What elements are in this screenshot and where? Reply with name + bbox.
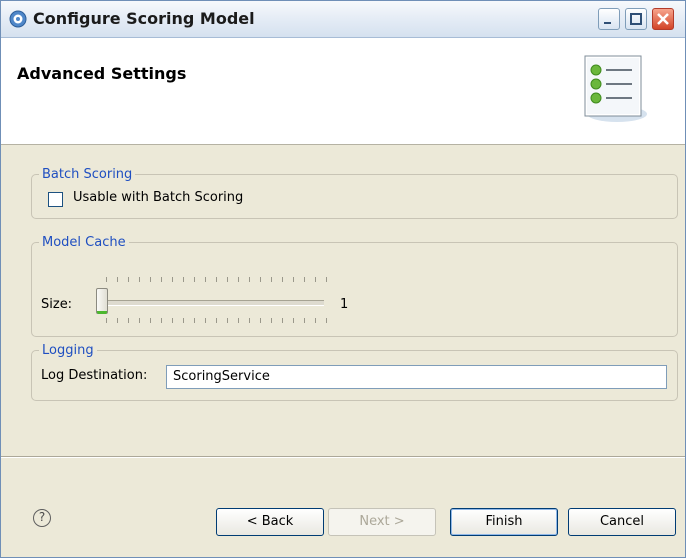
wizard-header: Advanced Settings bbox=[1, 38, 685, 145]
slider-tick bbox=[194, 318, 195, 323]
log-destination-input[interactable]: ScoringService bbox=[166, 365, 667, 389]
slider-tick bbox=[315, 318, 316, 323]
close-icon bbox=[657, 13, 669, 25]
slider-tick bbox=[293, 277, 294, 282]
slider-tick bbox=[249, 277, 250, 282]
slider-tick bbox=[260, 318, 261, 323]
slider-tick bbox=[205, 277, 206, 282]
slider-tick bbox=[304, 277, 305, 282]
slider-tick bbox=[282, 277, 283, 282]
slider-tick bbox=[139, 318, 140, 323]
slider-tick bbox=[315, 277, 316, 282]
batch-scoring-checkbox[interactable] bbox=[48, 192, 63, 207]
batch-scoring-legend: Batch Scoring bbox=[42, 167, 133, 182]
slider-tick bbox=[326, 277, 327, 282]
slider-tick bbox=[326, 318, 327, 323]
wizard-content: Batch Scoring Usable with Batch Scoring … bbox=[1, 145, 685, 455]
slider-tick bbox=[216, 277, 217, 282]
slider-tick bbox=[128, 277, 129, 282]
batch-scoring-group: Batch Scoring Usable with Batch Scoring bbox=[31, 167, 678, 219]
slider-tick bbox=[172, 318, 173, 323]
back-button[interactable]: < Back bbox=[216, 508, 324, 536]
slider-tick bbox=[260, 277, 261, 282]
slider-tick bbox=[194, 277, 195, 282]
slider-tick bbox=[183, 318, 184, 323]
slider-tick bbox=[304, 318, 305, 323]
slider-tick bbox=[117, 277, 118, 282]
app-icon bbox=[9, 10, 27, 28]
window-title: Configure Scoring Model bbox=[33, 9, 255, 28]
size-label: Size: bbox=[41, 297, 73, 312]
cancel-button[interactable]: Cancel bbox=[568, 508, 676, 536]
slider-tick bbox=[172, 277, 173, 282]
slider-tick bbox=[139, 277, 140, 282]
slider-tick bbox=[271, 277, 272, 282]
slider-tick bbox=[106, 318, 107, 323]
help-icon[interactable]: ? bbox=[33, 509, 51, 527]
slider-tick bbox=[150, 277, 151, 282]
minimize-icon bbox=[604, 22, 611, 24]
slider-tick bbox=[238, 318, 239, 323]
model-cache-group: Model Cache Size: 1 bbox=[31, 235, 678, 337]
list-settings-icon bbox=[584, 55, 647, 122]
slider-tick bbox=[293, 318, 294, 323]
slider-tick bbox=[227, 277, 228, 282]
slider-tick bbox=[205, 318, 206, 323]
slider-tick bbox=[249, 318, 250, 323]
maximize-button[interactable] bbox=[625, 8, 647, 30]
model-cache-legend: Model Cache bbox=[42, 235, 126, 250]
next-button[interactable]: Next > bbox=[328, 508, 436, 536]
finish-button[interactable]: Finish bbox=[450, 508, 558, 536]
maximize-icon bbox=[630, 13, 642, 25]
size-slider-thumb[interactable] bbox=[96, 288, 108, 314]
title-bar[interactable]: Configure Scoring Model bbox=[1, 1, 685, 38]
configure-scoring-model-dialog: Configure Scoring Model Advanced Setting… bbox=[0, 0, 686, 558]
slider-ticks-bottom bbox=[106, 318, 327, 323]
footer-separator bbox=[1, 456, 685, 458]
batch-scoring-checkbox-label[interactable]: Usable with Batch Scoring bbox=[73, 190, 243, 205]
log-destination-label: Log Destination: bbox=[41, 368, 148, 383]
slider-tick bbox=[161, 318, 162, 323]
slider-tick bbox=[150, 318, 151, 323]
slider-tick bbox=[161, 277, 162, 282]
page-title: Advanced Settings bbox=[17, 64, 187, 83]
slider-tick bbox=[117, 318, 118, 323]
logging-group: Logging Log Destination: ScoringService bbox=[31, 343, 678, 401]
slider-tick bbox=[227, 318, 228, 323]
size-value: 1 bbox=[340, 297, 349, 312]
slider-tick bbox=[282, 318, 283, 323]
close-button[interactable] bbox=[652, 8, 674, 30]
size-slider-track[interactable] bbox=[104, 300, 324, 306]
logging-legend: Logging bbox=[42, 343, 94, 358]
minimize-button[interactable] bbox=[598, 8, 620, 30]
slider-tick bbox=[128, 318, 129, 323]
slider-tick bbox=[106, 277, 107, 282]
slider-tick bbox=[183, 277, 184, 282]
slider-ticks-top bbox=[106, 277, 327, 282]
slider-tick bbox=[271, 318, 272, 323]
slider-tick bbox=[216, 318, 217, 323]
slider-tick bbox=[238, 277, 239, 282]
